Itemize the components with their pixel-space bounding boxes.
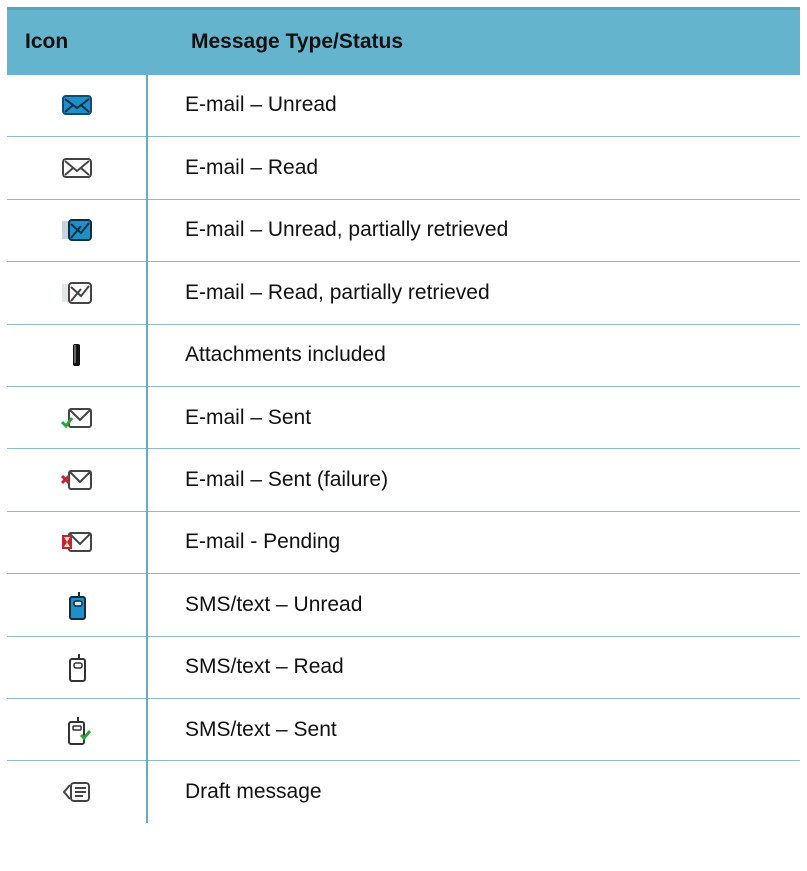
row-label: SMS/text – Read bbox=[185, 655, 344, 679]
table-row: E-mail – Read bbox=[7, 136, 800, 200]
table-row: Draft message bbox=[7, 760, 800, 824]
table-row: E-mail – Read, partially retrieved bbox=[7, 261, 800, 325]
row-label: Attachments included bbox=[185, 343, 386, 367]
row-label: SMS/text – Sent bbox=[185, 717, 337, 741]
header-icon: Icon bbox=[7, 7, 147, 75]
row-label: E-mail – Read, partially retrieved bbox=[185, 280, 490, 304]
message-icon-legend: Icon Message Type/Status E-mail – Unread bbox=[0, 0, 807, 824]
header-message-type: Message Type/Status bbox=[147, 7, 800, 75]
sms-sent-icon bbox=[61, 714, 93, 746]
table-row: Attachments included bbox=[7, 324, 800, 387]
header-row: Icon Message Type/Status bbox=[7, 7, 800, 75]
draft-message-icon bbox=[61, 776, 93, 808]
table-row: E-mail – Unread bbox=[7, 74, 800, 137]
email-unread-icon bbox=[61, 89, 93, 121]
row-label: E-mail – Sent bbox=[185, 405, 312, 429]
table-row: E-mail - Pending bbox=[7, 511, 800, 574]
table-row: SMS/text – Read bbox=[7, 636, 800, 699]
row-label: Draft message bbox=[185, 780, 322, 804]
row-label: E-mail – Read bbox=[185, 156, 319, 180]
email-read-icon bbox=[61, 152, 93, 184]
row-label: E-mail – Unread, partially retrieved bbox=[185, 218, 509, 242]
email-pending-icon bbox=[61, 526, 93, 558]
sms-unread-icon bbox=[61, 589, 93, 621]
icon-legend-table: Icon Message Type/Status E-mail – Unread bbox=[7, 7, 800, 824]
table-row: SMS/text – Sent bbox=[7, 698, 800, 761]
email-read-partial-icon bbox=[61, 277, 93, 309]
attachment-icon bbox=[61, 339, 93, 371]
table-row: E-mail – Sent (failure) bbox=[7, 448, 800, 512]
table-row: E-mail – Unread, partially retrieved bbox=[7, 199, 800, 262]
email-sent-icon bbox=[60, 402, 93, 434]
row-label: E-mail – Sent (failure) bbox=[185, 468, 389, 492]
table-row: E-mail – Sent bbox=[7, 386, 800, 449]
email-sent-failure-icon bbox=[60, 464, 93, 496]
table-row: SMS/text – Unread bbox=[7, 573, 800, 637]
sms-read-icon bbox=[61, 651, 93, 683]
row-label: E-mail – Unread bbox=[185, 93, 337, 117]
row-label: E-mail - Pending bbox=[185, 530, 341, 554]
row-label: SMS/text – Unread bbox=[185, 592, 363, 616]
email-unread-partial-icon bbox=[61, 214, 93, 246]
